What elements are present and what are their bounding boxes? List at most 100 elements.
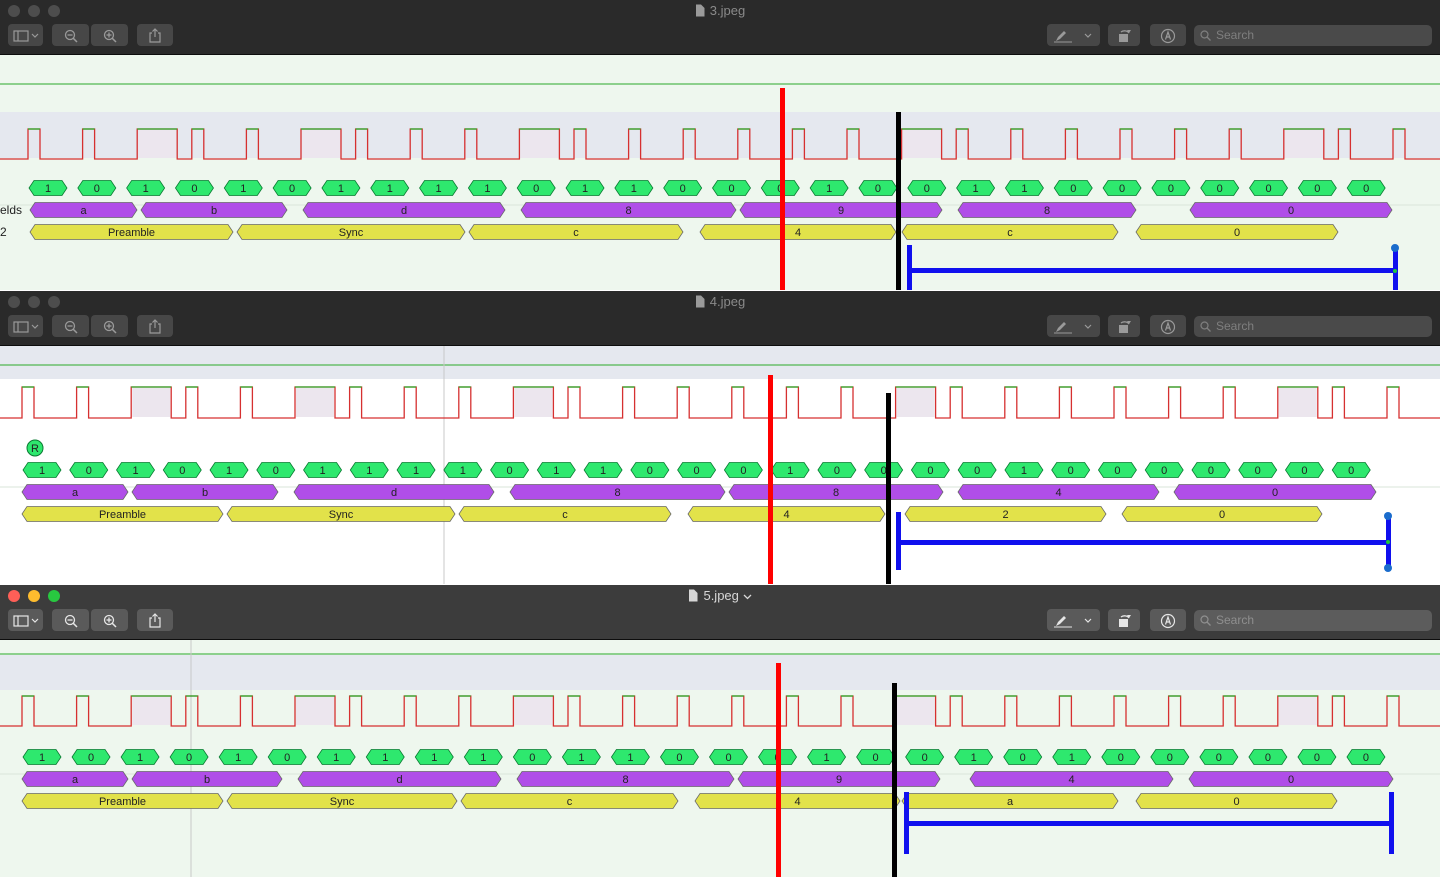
field-cell-label: 8 — [625, 205, 631, 217]
bit-cell-label: 1 — [973, 183, 979, 195]
bit-cell-label: 1 — [553, 465, 559, 477]
bit-cell-label: 0 — [728, 183, 734, 195]
trace-header-band — [0, 655, 1440, 690]
pulse-fill — [296, 388, 334, 417]
share-icon — [149, 28, 161, 43]
field-cell-label: 4 — [1068, 774, 1074, 786]
markup-button[interactable] — [1047, 609, 1100, 631]
search-field[interactable]: Search — [1194, 610, 1432, 631]
waveform-view: 1010101111011000100101000000abd8940Pream… — [0, 640, 1440, 877]
bracket-handle-top[interactable] — [1384, 512, 1392, 520]
bit-cell-label: 0 — [1265, 183, 1271, 195]
rotate-icon — [1119, 321, 1131, 334]
search-placeholder: Search — [1216, 613, 1255, 627]
search-field[interactable]: Search — [1194, 25, 1432, 46]
search-icon — [1200, 30, 1211, 41]
field-cell-label: b — [202, 487, 208, 499]
bit-cell-label: 1 — [39, 465, 45, 477]
bit-cell-label: 0 — [1161, 465, 1167, 477]
zoom-in-button[interactable] — [91, 24, 128, 46]
blue-bracket-bar — [896, 540, 1388, 545]
bit-cell-label: 0 — [1119, 183, 1125, 195]
bracket-handle-mid[interactable] — [1386, 540, 1390, 544]
annotate-button[interactable] — [1150, 315, 1186, 337]
bit-cell-label: 0 — [1348, 465, 1354, 477]
trace-header-band — [0, 346, 1440, 379]
waveform-view: R 1 0 1 0 1 0 1 1 1 1 0 1 1 0 0 0 1 0 0 0 0 1 0 0 0 0 0 0 0 a b d 8 8 4 0 Pre… — [0, 346, 1440, 584]
bracket-handle-top[interactable] — [1391, 244, 1399, 252]
search-field[interactable]: Search — [1194, 316, 1432, 337]
bit-cell-label: 0 — [974, 465, 980, 477]
share-button[interactable] — [137, 315, 173, 337]
sidebar-button[interactable] — [8, 24, 43, 46]
bit-cell-label: 1 — [460, 465, 466, 477]
bit-cell-label: 1 — [826, 183, 832, 195]
document-icon — [695, 4, 705, 17]
bit-cell-label: 0 — [289, 183, 295, 195]
sidebar-icon — [12, 30, 38, 42]
sidebar-button[interactable] — [8, 609, 43, 631]
waveform-canvas: 1010101111011000100101000000abd8940Pream… — [0, 640, 1440, 877]
field-cell-label: 9 — [838, 205, 844, 217]
bracket-handle-mid[interactable] — [1393, 269, 1397, 273]
bit-cell-label: 0 — [924, 183, 930, 195]
bit-cell-label: 0 — [88, 752, 94, 764]
window-title: 4.jpeg — [0, 294, 1440, 309]
annotate-button[interactable] — [1150, 609, 1186, 631]
bit-cell-label: 1 — [627, 752, 633, 764]
group-cell-label: 0 — [1233, 796, 1239, 808]
bit-cell-label: 0 — [284, 752, 290, 764]
field-cell-label: 0 — [1288, 774, 1294, 786]
zoom-in-button[interactable] — [91, 609, 128, 631]
rotate-icon — [1119, 30, 1131, 43]
zoom-in-button[interactable] — [91, 315, 128, 337]
rotate-button[interactable] — [1108, 609, 1140, 631]
bracket-handle-bottom[interactable] — [1384, 564, 1392, 572]
share-button[interactable] — [137, 609, 173, 631]
bit-cell-label: 1 — [39, 752, 45, 764]
zoom-out-button[interactable] — [52, 24, 89, 46]
bit-cell-label: 1 — [338, 183, 344, 195]
zoom-out-button[interactable] — [52, 609, 89, 631]
preview-window-4: R 1 0 1 0 1 0 1 1 1 1 0 1 1 0 0 0 1 0 0 0 0 1 0 0 0 0 0 0 0 a b d 8 8 4 0 Pre… — [0, 291, 1440, 584]
markup-button[interactable] — [1047, 24, 1100, 46]
search-placeholder: Search — [1216, 319, 1255, 333]
bit-cell-label: 0 — [1070, 183, 1076, 195]
signal-trace — [0, 386, 1440, 419]
field-cell-label: a — [72, 774, 79, 786]
sidebar-icon — [12, 615, 38, 627]
document-icon — [695, 295, 705, 308]
pulse-fill — [520, 130, 559, 158]
red-marker-line — [780, 88, 785, 290]
window-title[interactable]: 5.jpeg — [0, 588, 1440, 603]
zoom-out-icon — [64, 29, 78, 43]
document-icon — [689, 589, 698, 602]
share-button[interactable] — [137, 24, 173, 46]
pulse-fill — [902, 130, 941, 158]
black-marker-line — [886, 393, 891, 584]
zoom-out-icon — [64, 614, 78, 628]
bit-cell-label: 1 — [240, 183, 246, 195]
bit-cell-label: 1 — [436, 183, 442, 195]
bit-cell-label: 1 — [387, 183, 393, 195]
bit-cell-label: 0 — [1216, 752, 1222, 764]
rotate-button[interactable] — [1108, 315, 1140, 337]
rotate-button[interactable] — [1108, 24, 1140, 46]
red-marker-line — [768, 375, 773, 584]
bit-cell-label: 0 — [1217, 183, 1223, 195]
sidebar-button[interactable] — [8, 315, 43, 337]
blue-bracket-right[interactable] — [1389, 792, 1394, 854]
black-marker-line — [896, 112, 901, 290]
field-cell-label: 9 — [836, 774, 842, 786]
bit-cell-label: 1 — [1069, 752, 1075, 764]
annotate-button[interactable] — [1150, 24, 1186, 46]
waveform-canvas: R1 0 1 0 1 0 1 1 1 1 0 1 1 0 0 0 1 0 0 0 0 1 0 0 0 0 0 0 0a b d 8 8 4 0Pre… — [0, 346, 1440, 584]
window-title-text: 5.jpeg — [703, 588, 739, 603]
group-cell-label: Preamble — [108, 227, 155, 239]
group-cell-label: Sync — [330, 796, 355, 808]
bit-cell-label: 0 — [1068, 465, 1074, 477]
bit-cell-label: 0 — [927, 465, 933, 477]
bit-cell-label: 0 — [873, 752, 879, 764]
markup-button[interactable] — [1047, 315, 1100, 337]
zoom-out-button[interactable] — [52, 315, 89, 337]
